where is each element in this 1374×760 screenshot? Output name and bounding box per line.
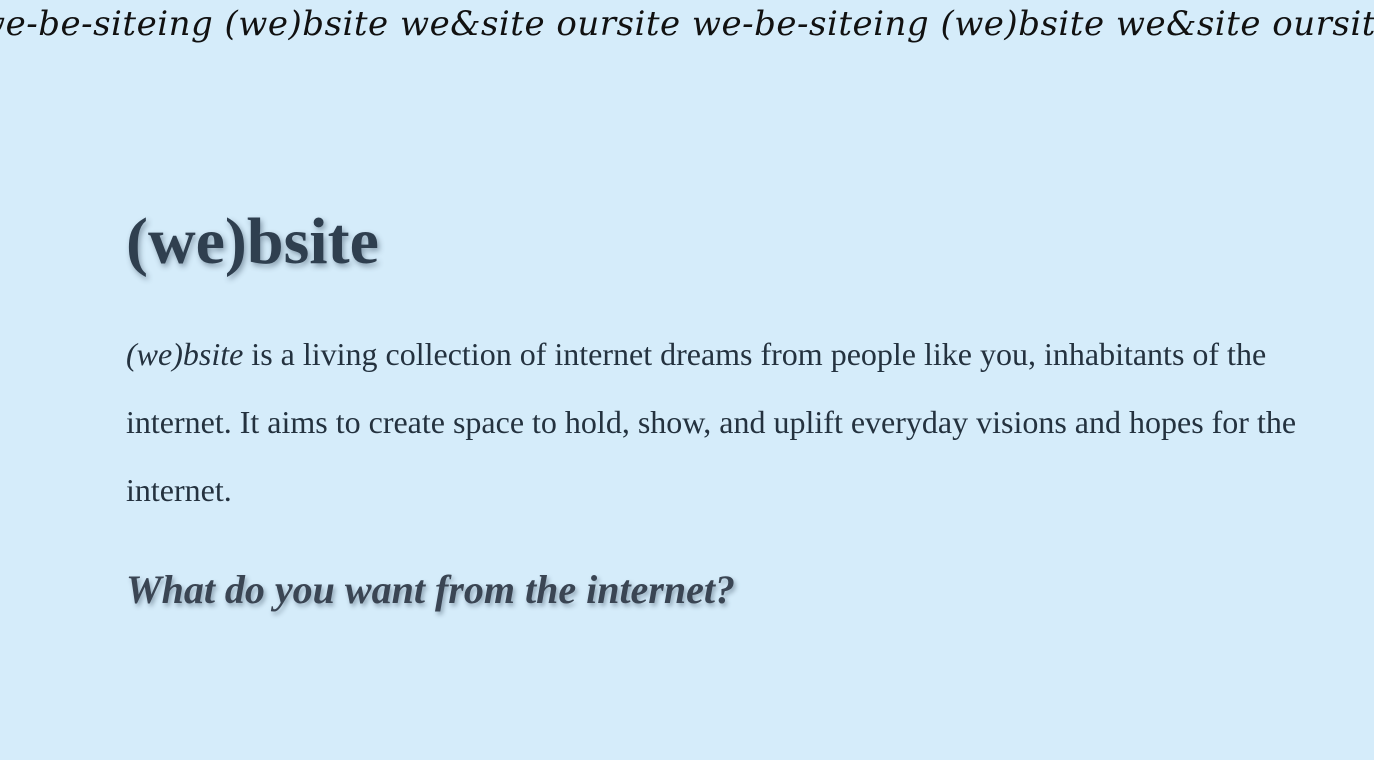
intro-text: is a living collection of internet dream…: [126, 336, 1297, 508]
prompt-question: What do you want from the internet?: [126, 567, 735, 612]
intro-paragraph: (we)bsite is a living collection of inte…: [126, 320, 1336, 524]
page-title: (we)bsite: [126, 205, 379, 278]
main-content: (we)bsite (we)bsite is a living collecti…: [126, 200, 1341, 620]
scrolling-banner-text: we-be-siteing (we)bsite we&site oursite …: [0, 4, 1374, 44]
scrolling-banner: we-be-siteing (we)bsite we&site oursite …: [0, 0, 1374, 56]
site-name-emphasis: (we)bsite: [126, 336, 244, 372]
